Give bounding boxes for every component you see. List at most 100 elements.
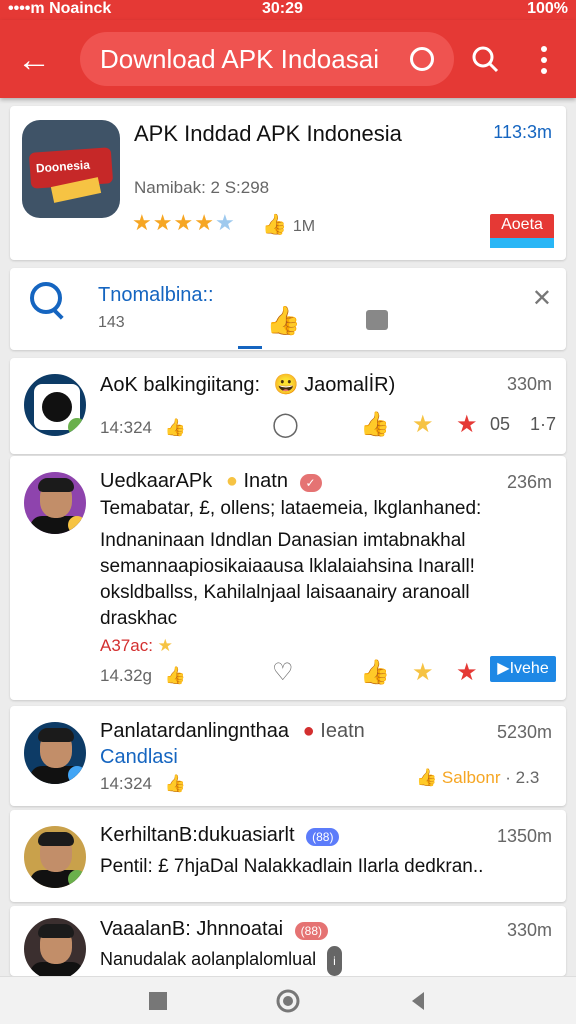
comment-body: Nanudalak aolanplalomlual i [100,946,550,976]
badge-icon: ✓ [299,474,322,492]
app-likes-count: 1M [292,218,316,235]
comment-time: 330m [506,374,552,394]
comment-count-a: 05 [490,414,511,434]
comment-card: AoK balkingiitang: 😀 JaomalİR) 330m 14:3… [10,358,566,454]
comment-line: draskhac [100,608,178,629]
emoji-icon: 😀 [273,374,299,396]
sun-icon: ● [225,470,238,492]
comment-time: 236m [506,472,552,492]
filter-title: Tnomalbina:: [98,284,214,306]
hair [38,832,74,846]
heart-icon[interactable]: ♡ [272,658,294,687]
star-icon[interactable]: ★ [412,410,434,439]
star-icon: ★ [194,210,215,235]
comment-line: Indnaninaan Idndlan Danasian imtabnakhal [100,530,466,551]
recent-apps-icon[interactable] [144,987,172,1015]
comment-meta-text: 14:324 [100,418,152,437]
search-filter-icon[interactable] [30,282,62,314]
comment-author-name: VaaalanB: Jhnnoatai [100,918,284,940]
hair [38,728,74,742]
avatar[interactable] [22,372,88,438]
thumb-up-icon[interactable]: 👍 [360,658,390,687]
thumb-up-icon: 👍 [262,214,287,236]
comment-card: UedkaarAPk ● Inatn ✓ 236m Temabatar, £, … [10,456,566,700]
thumb-up-icon: 👍 [416,768,438,787]
comment-small-red-text: A37ac: [100,636,153,655]
comment-time: 330m [506,920,552,940]
back-button[interactable]: ← [14,40,54,80]
status-bar: ••••m Noainck 30:29 100% [0,0,576,20]
arrow-left-icon: ← [17,41,51,79]
app-title: APK Inddad APK Indonesia [134,121,402,146]
back-nav-icon[interactable] [404,987,432,1015]
comment-meta-text: 14.32g [100,666,152,685]
avatar[interactable] [22,824,88,890]
avatar[interactable] [22,916,88,976]
thumb-up-icon[interactable]: 👍 [165,666,186,686]
filter-card[interactable]: Tnomalbina:: 143 👍 ✕ [10,268,566,350]
star-icon[interactable]: ★ [456,410,478,439]
reply-button[interactable]: ▶Ivehe [490,656,556,682]
verified-icon [68,766,86,784]
comment-author[interactable]: VaaalanB: Jhnnoatai (88) [100,918,329,941]
check-circle-icon: ● [302,720,315,742]
comment-subtitle: Candlasi [100,746,178,768]
comment-small-red: A37ac: ★ [100,636,173,656]
star-icon: ★ [157,636,173,655]
avatar[interactable] [22,470,88,536]
comment-author-tag-text: JaomalİR) [304,374,396,396]
search-query: Download APK Indoasai [100,44,379,74]
search-icon[interactable] [466,40,506,80]
voice-search-icon[interactable] [410,47,434,71]
comment-author[interactable]: KerhiltanB:dukuasiarlt (88) [100,824,340,847]
comment-card: KerhiltanB:dukuasiarlt (88) 1350m Pentil… [10,810,566,902]
play-icon: ▶ [497,660,510,677]
info-icon: i [327,946,342,976]
tab-underline [238,346,262,349]
comment-reaction-count: 2.3 [515,768,540,787]
comment-author[interactable]: Panlatardanlingnthaa ● Ieatn [100,720,365,743]
comment-line: semannaapiosikaiaausa lklalaiahsina Inar… [100,556,475,577]
comment-body-text: Nanudalak aolanplalomlual [100,949,317,969]
filter-count: 143 [98,314,125,331]
comment-author[interactable]: AoK balkingiitang: 😀 JaomalİR) [100,372,395,397]
comment-author-tag-text: Ieatn [320,720,365,742]
app-card[interactable]: Doonesia APK Inddad APK Indonesia 113:3m… [10,106,566,260]
collapse-icon[interactable]: ✕ [532,284,552,313]
app-likes: 👍 1M [262,212,315,237]
app-time: 113:3m [493,122,552,142]
comment-time: 5230m [496,722,552,742]
thumb-up-icon[interactable]: 👍 [165,774,186,794]
app-icon: Doonesia [22,120,120,218]
comment-meta-text: 14:324 [100,774,152,793]
thumb-up-icon[interactable]: 👍 [266,304,301,337]
rating-stars: ★★★★★ [132,210,236,236]
reply-button-label: Ivehe [509,660,549,677]
comment-line: Temabatar, £, ollens; lataemeia, lkglanh… [100,498,482,519]
chat-bubble-icon[interactable]: ◯ [272,410,299,439]
home-icon[interactable] [274,987,302,1015]
hair [38,478,74,492]
search-field[interactable]: Download APK Indoasai [80,32,454,86]
star-icon[interactable]: ★ [412,658,434,687]
app-badge[interactable]: Aoeta [490,214,554,248]
comment-author-tag-text: Inatn [243,470,288,492]
verified-icon [68,418,86,436]
star-icon[interactable]: ★ [456,658,478,687]
comment-author[interactable]: UedkaarAPk ● Inatn ✓ [100,470,322,493]
comment-icon[interactable] [366,310,388,330]
thumb-up-icon[interactable]: 👍 [360,410,390,439]
avatar[interactable] [22,720,88,786]
clock-text: 30:29 [262,0,303,17]
comment-body: Pentil: £ 7hjaDal Nalakkadlain Ilarla de… [100,856,484,877]
app-meta: Namibak: 2 S:298 [134,178,270,197]
thumb-up-icon[interactable]: 👍 [165,418,186,438]
star-icon: ★ [132,210,153,235]
verified-icon [68,870,86,888]
comment-author-name: KerhiltanB:dukuasiarlt [100,824,295,846]
more-vert-icon[interactable] [526,42,562,78]
comment-body: Temabatar, £, ollens; lataemeia, lkglanh… [100,496,550,632]
comment-author-tag: ● Inatn ✓ [226,470,322,493]
battery-text: 100% [527,0,568,17]
comment-author-tag: ● Ieatn [303,720,365,743]
